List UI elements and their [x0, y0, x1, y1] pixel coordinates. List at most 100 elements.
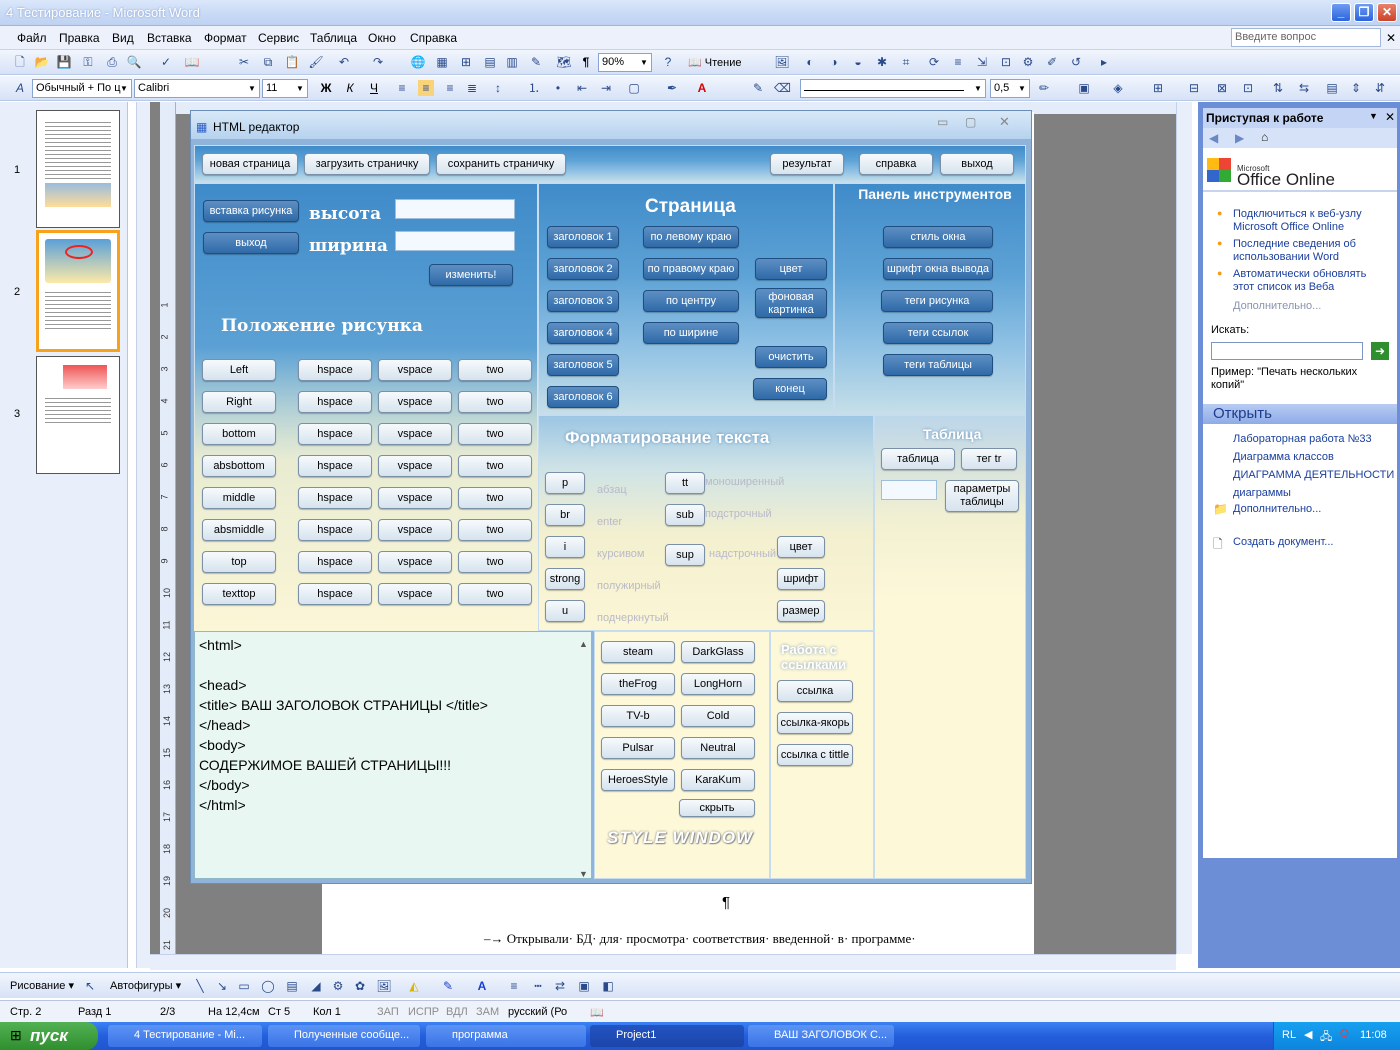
recent-doc-4[interactable]: диаграммы [1233, 487, 1291, 500]
help-search-input[interactable]: Введите вопрос [1231, 28, 1381, 47]
brightness-down-icon[interactable]: ◒ [850, 54, 866, 70]
insert-picture-icon[interactable]: 🖼 [376, 978, 392, 994]
read-button[interactable]: 📖 Чтение [688, 56, 741, 69]
recent-doc-1[interactable]: Лабораторная работа №33 [1233, 433, 1372, 446]
close-button[interactable]: ✕ [1377, 3, 1397, 22]
text-wrap-icon[interactable]: ⊡ [998, 54, 1014, 70]
back-icon[interactable]: ◀ [1209, 131, 1218, 145]
text-size-button[interactable]: размер [777, 600, 825, 622]
load-page-button[interactable]: загрузить страничку [304, 153, 430, 175]
hspace-button-2[interactable]: hspace [298, 391, 372, 413]
line-color-icon[interactable]: ✎ [440, 978, 456, 994]
vspace-button-5[interactable]: vspace [378, 487, 452, 509]
style-pulsar-button[interactable]: Pulsar [601, 737, 675, 759]
3d-icon[interactable]: ◧ [600, 978, 616, 994]
image-tags-button[interactable]: теги рисунка [881, 290, 993, 312]
opera-tray-icon[interactable]: ⭘ [1340, 1028, 1349, 1041]
table-input[interactable] [881, 480, 937, 500]
style-longhorn-button[interactable]: LongHorn [681, 673, 755, 695]
align-texttop-button[interactable]: texttop [202, 583, 276, 605]
thumbnail-page-2[interactable] [36, 230, 120, 352]
output-font-button[interactable]: шрифт окна вывода [883, 258, 993, 280]
autoformat-icon[interactable]: ▤ [1324, 80, 1340, 96]
eraser-icon[interactable]: ⌫ [774, 80, 791, 96]
heading3-button[interactable]: заголовок 3 [547, 290, 619, 312]
numbering-icon[interactable]: ⒈ [526, 80, 542, 96]
save-icon[interactable]: 💾 [56, 54, 72, 70]
textbox-icon[interactable]: ▤ [284, 978, 300, 994]
clipart-icon[interactable]: ✿ [352, 978, 368, 994]
border-color-icon[interactable]: ✏ [1036, 80, 1052, 96]
columns-icon[interactable]: ▥ [504, 54, 520, 70]
style-darkglass-button[interactable]: DarkGlass [681, 641, 755, 663]
spelling-status-icon[interactable]: 📖 [590, 1006, 604, 1019]
link-office-online[interactable]: Подключиться к веб-узлу Microsoft Office… [1233, 208, 1383, 234]
print-icon[interactable]: ⎙ [104, 54, 120, 70]
distribute-cols-icon[interactable]: ⇆ [1296, 80, 1312, 96]
line-style-combo[interactable]: ▼ [800, 79, 986, 98]
align-center-icon[interactable]: ≡ [418, 80, 434, 96]
hspace-button-8[interactable]: hspace [298, 583, 372, 605]
task-pane-close-icon[interactable]: ✕ [1385, 110, 1395, 124]
link-latest-news[interactable]: Последние сведения об использовании Word [1233, 238, 1383, 264]
draw-font-color-icon[interactable]: A [474, 978, 490, 994]
align-left-button[interactable]: Left [202, 359, 276, 381]
code-scroll-up-icon[interactable]: ▲ [579, 634, 588, 654]
taskbar-item-opera[interactable]: Полученные сообще... [268, 1025, 420, 1047]
link-button[interactable]: ссылка [777, 680, 853, 702]
document-scrollbar[interactable] [1176, 102, 1192, 954]
anchor-link-button[interactable]: ссылка-якорь [777, 712, 853, 734]
align-absmiddle-button[interactable]: absmiddle [202, 519, 276, 541]
align-cell-icon[interactable]: ⊡ [1240, 80, 1256, 96]
save-page-button[interactable]: сохранить страничку [436, 153, 566, 175]
size-combo[interactable]: 11 ▼ [262, 79, 308, 98]
two-button-1[interactable]: two [458, 359, 532, 381]
drawing-icon[interactable]: ✎ [528, 54, 544, 70]
merge-icon[interactable]: ⊟ [1186, 80, 1202, 96]
height-input[interactable] [395, 199, 515, 219]
help-icon[interactable]: ? [660, 54, 676, 70]
transparent-icon[interactable]: ✐ [1044, 54, 1060, 70]
bg-image-button[interactable]: фоновая картинка [755, 288, 827, 318]
borders-icon[interactable]: ▢ [626, 80, 642, 96]
line-style-icon[interactable]: ≡ [950, 54, 966, 70]
two-button-4[interactable]: two [458, 455, 532, 477]
drawing-menu-button[interactable]: Рисование ▾ [10, 979, 74, 992]
align-bottom-button[interactable]: bottom [202, 423, 276, 445]
menu-table[interactable]: Таблица [310, 31, 357, 45]
page-color-button[interactable]: цвет [755, 258, 827, 280]
two-button-5[interactable]: two [458, 487, 532, 509]
style-neutral-button[interactable]: Neutral [681, 737, 755, 759]
network-icon[interactable]: 🖧 [1320, 1028, 1332, 1047]
autoshapes-button[interactable]: Автофигуры ▾ [110, 979, 181, 992]
language-indicator[interactable]: RL [1282, 1029, 1296, 1041]
align-middle-button[interactable]: middle [202, 487, 276, 509]
zoom-combo[interactable]: 90% ▼ [598, 53, 652, 72]
text-color-button[interactable]: цвет [777, 536, 825, 558]
status-ext[interactable]: ВДЛ [446, 1006, 468, 1018]
hspace-button-5[interactable]: hspace [298, 487, 372, 509]
page-end-button[interactable]: конец [753, 378, 827, 400]
heading6-button[interactable]: заголовок 6 [547, 386, 619, 408]
vspace-button-1[interactable]: vspace [378, 359, 452, 381]
tag-i-button[interactable]: i [545, 536, 585, 558]
create-document-link[interactable]: Создать документ... [1233, 536, 1333, 549]
rotate-icon[interactable]: ⟳ [926, 54, 942, 70]
result-button[interactable]: результат [770, 153, 844, 175]
hspace-button-7[interactable]: hspace [298, 551, 372, 573]
menu-file[interactable]: Файл [17, 31, 47, 45]
undo-icon[interactable]: ↶ [336, 54, 352, 70]
editor-minimize-icon[interactable]: ▭ [937, 115, 948, 129]
exit-button[interactable]: выход [940, 153, 1014, 175]
align-right-icon[interactable]: ≡ [442, 80, 458, 96]
arrow-icon[interactable]: ↘ [214, 978, 230, 994]
link-auto-update[interactable]: Автоматически обновлять этот список из В… [1233, 268, 1383, 294]
style-tvb-button[interactable]: TV-b [601, 705, 675, 727]
decrease-indent-icon[interactable]: ⇤ [574, 80, 590, 96]
sort-icon[interactable]: ⇵ [1372, 80, 1388, 96]
justify-icon[interactable]: ≣ [464, 80, 480, 96]
fill-color-icon[interactable]: ◭ [406, 978, 422, 994]
italic-icon[interactable]: К [342, 80, 358, 96]
hyperlink-icon[interactable]: 🌐 [410, 54, 426, 70]
vertical-ruler[interactable]: 1 2 3 4 5 6 7 8 9 10 11 12 13 14 15 16 1… [160, 102, 176, 1046]
